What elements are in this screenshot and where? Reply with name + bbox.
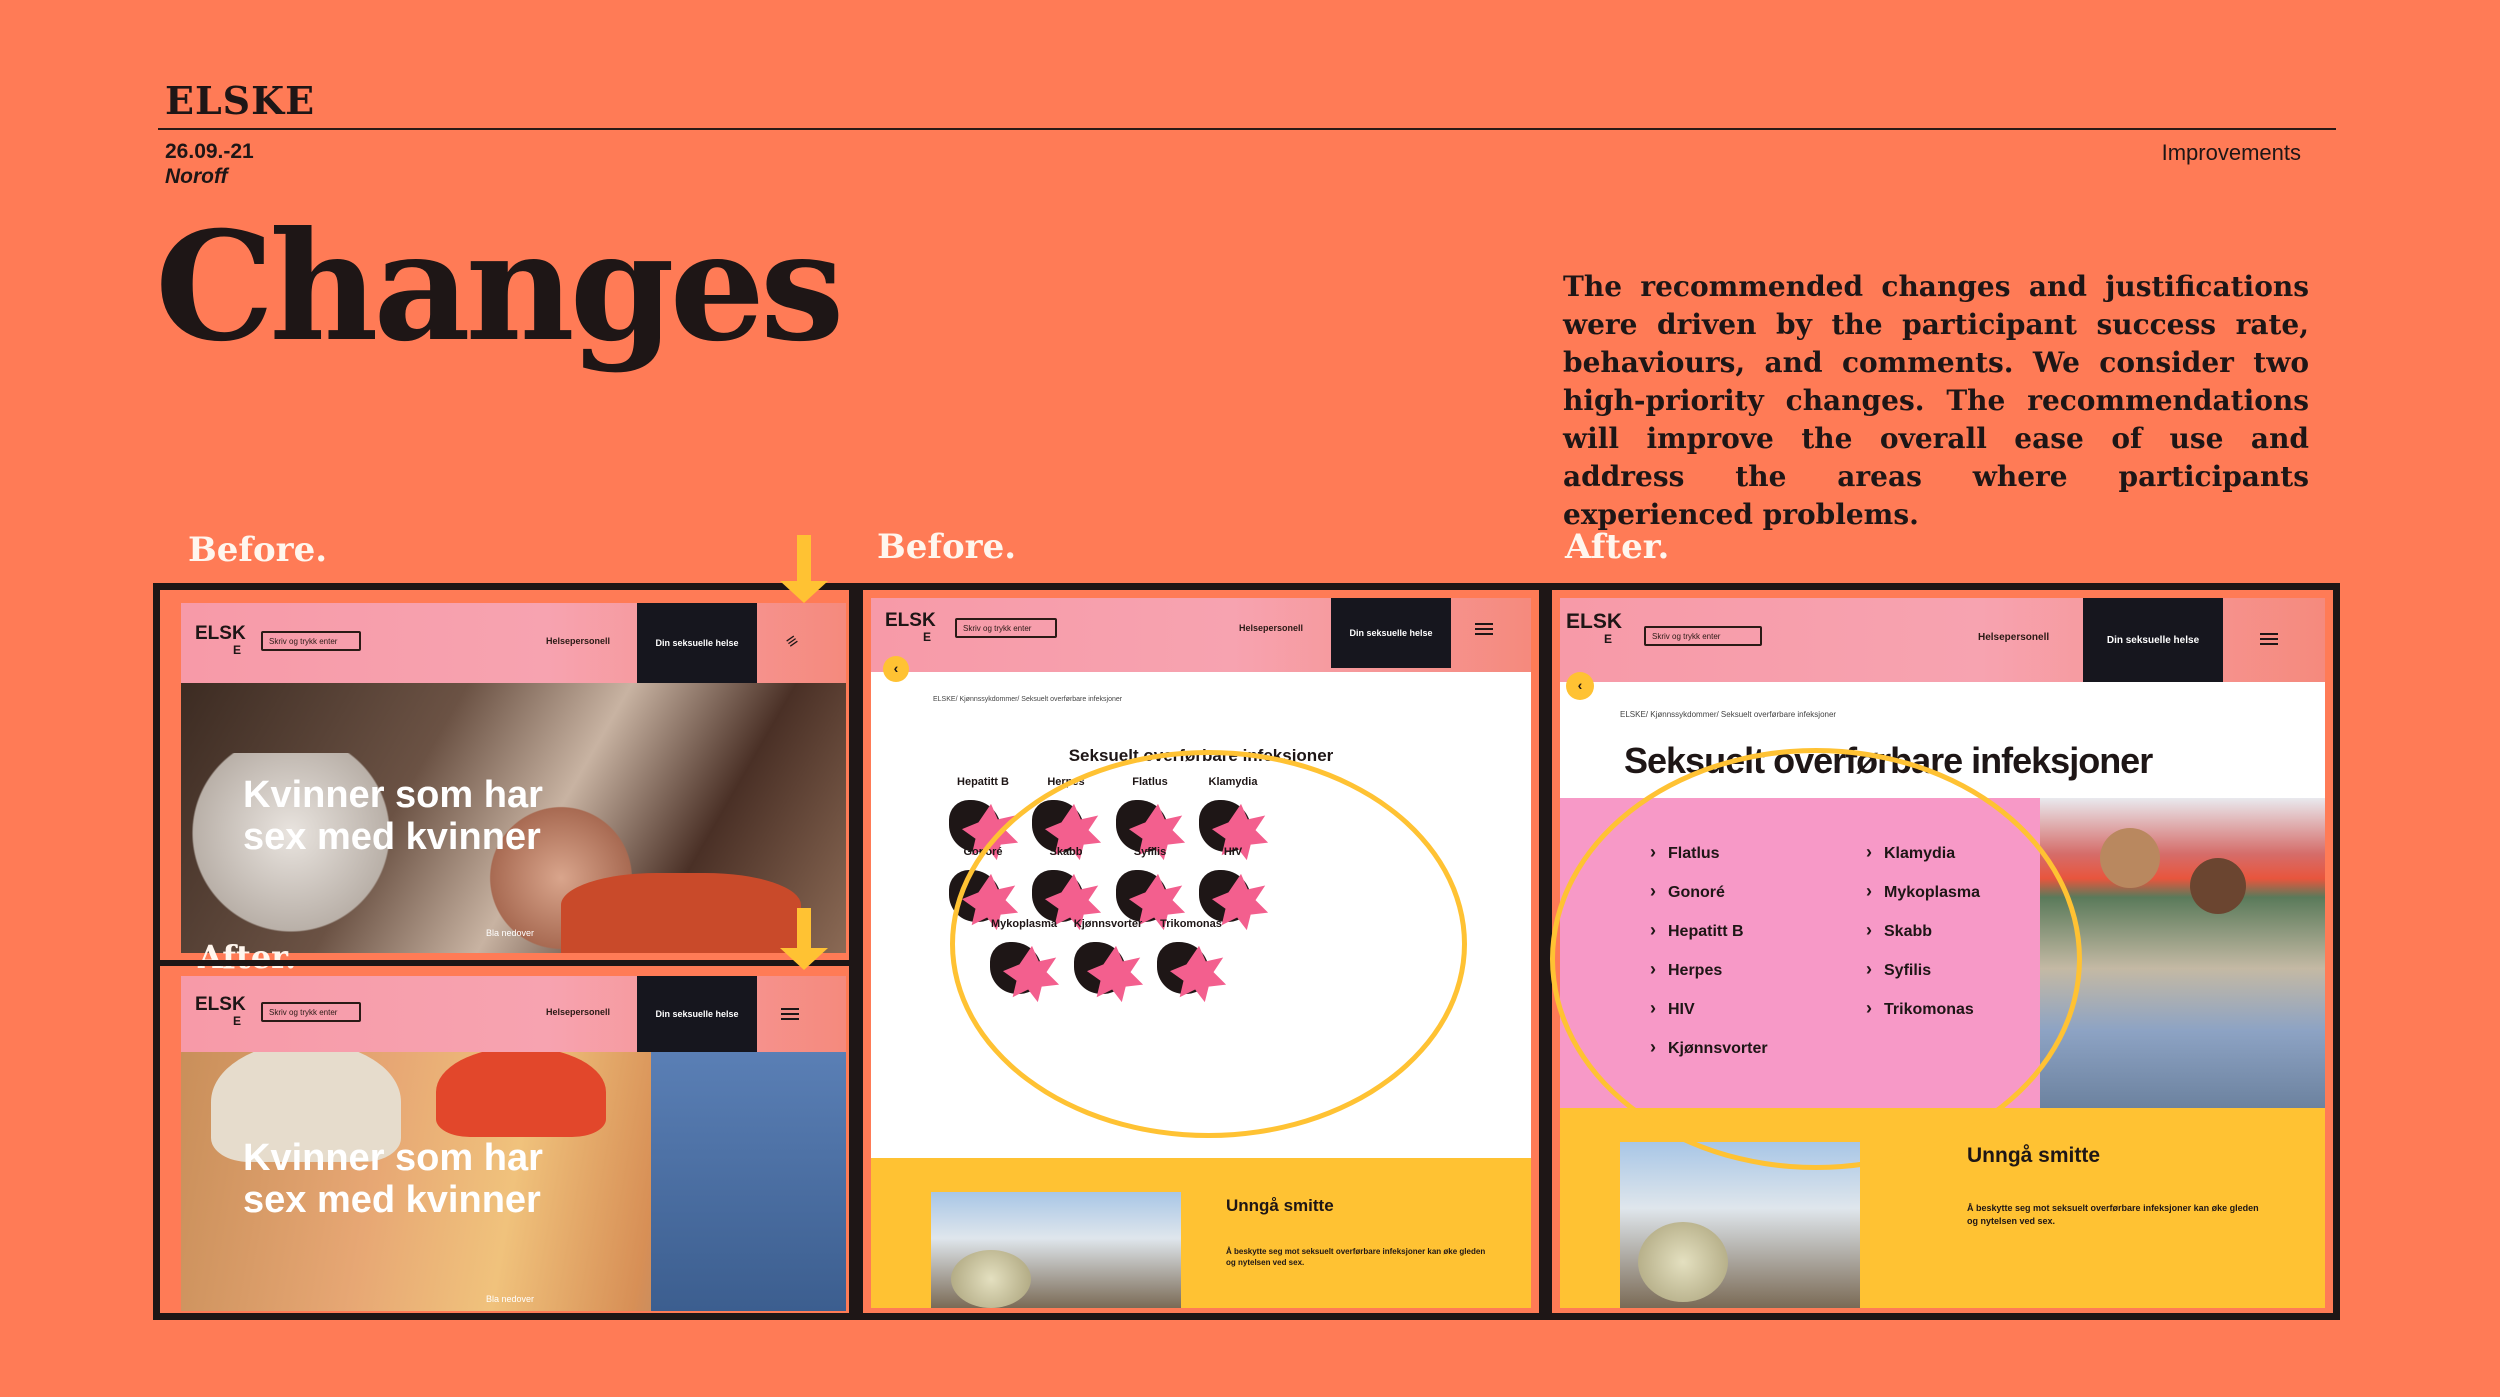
search-input[interactable]: Skriv og trykk enter bbox=[1644, 626, 1762, 646]
avoid-text: Å beskytte seg mot seksuelt overførbare … bbox=[1967, 1203, 2259, 1226]
back-button[interactable]: ‹ bbox=[883, 656, 909, 682]
nav-button-seksuelle-helse[interactable]: Din seksuelle helse bbox=[637, 976, 757, 1052]
nav-link-helsepersonell[interactable]: Helsepersonell bbox=[1239, 623, 1303, 633]
mock-logo: ELSK E bbox=[195, 994, 246, 1028]
section-label: Improvements bbox=[2161, 140, 2301, 165]
breadcrumb: ELSKE/ Kjønnssykdommer/ Seksuelt overfør… bbox=[1620, 710, 1837, 719]
search-input[interactable]: Skriv og trykk enter bbox=[261, 1002, 361, 1022]
mock-after-header: ELSK E Skriv og trykk enter Helsepersonel… bbox=[181, 976, 846, 1311]
avoid-text: Å beskytte seg mot seksuelt overførbare … bbox=[1226, 1247, 1486, 1267]
mock-nav: ELSK E Skriv og trykk enter Helsepersonel… bbox=[871, 598, 1531, 672]
scroll-hint: Bla nedover bbox=[486, 928, 535, 938]
caption-before-sti: Before. bbox=[877, 527, 1017, 567]
sti-image bbox=[2040, 798, 2325, 1108]
caption-after-header: After. bbox=[198, 938, 297, 976]
panel-header-comparison: ELSK E Skriv og trykk enter Helsepersonel… bbox=[153, 535, 856, 1320]
avoid-image bbox=[931, 1192, 1181, 1308]
page-title: Changes bbox=[155, 199, 844, 375]
nav-button-seksuelle-helse[interactable]: Din seksuelle helse bbox=[2083, 598, 2223, 682]
breadcrumb: ELSKE/ Kjønnssykdommer/ Seksuelt overfør… bbox=[933, 696, 1123, 703]
organization: Noroff bbox=[165, 165, 228, 188]
intro-paragraph: The recommended changes and justificatio… bbox=[1563, 270, 2309, 531]
highlight-ring bbox=[950, 750, 1467, 1138]
hamburger-menu-icon[interactable] bbox=[2260, 630, 2278, 648]
caption-before-header: Before. bbox=[188, 530, 328, 570]
mock-nav: ELSK E Skriv og trykk enter Helsepersonel… bbox=[1560, 598, 2325, 682]
brand-logo: ELSKE bbox=[165, 78, 316, 123]
nav-button-seksuelle-helse[interactable]: Din seksuelle helse bbox=[637, 603, 757, 683]
search-input[interactable]: Skriv og trykk enter bbox=[955, 618, 1057, 638]
panel-sti-after: ELSK E Skriv og trykk enter Helsepersonel… bbox=[1545, 583, 2340, 1320]
mock-nav: ELSK E Skriv og trykk enter Helsepersonel… bbox=[181, 976, 846, 1052]
mock-logo: ELSK E bbox=[1566, 610, 1623, 646]
nav-button-seksuelle-helse[interactable]: Din seksuelle helse bbox=[1331, 598, 1451, 668]
hamburger-menu-icon[interactable] bbox=[1475, 620, 1493, 638]
panel-sti-before: ELSK E Skriv og trykk enter Helsepersonel… bbox=[856, 583, 1546, 1320]
hero-title: Kvinner som har sex med kvinner bbox=[243, 1137, 543, 1221]
mock-logo: ELSK E bbox=[195, 623, 246, 657]
nav-link-helsepersonell[interactable]: Helsepersonell bbox=[546, 636, 610, 646]
avoid-section: Unngå smitte Å beskytte seg mot seksuelt… bbox=[871, 1158, 1531, 1308]
nav-link-helsepersonell[interactable]: Helsepersonell bbox=[546, 1007, 610, 1017]
nav-link-helsepersonell[interactable]: Helsepersonell bbox=[1978, 632, 2049, 643]
scroll-hint: Bla nedover bbox=[486, 1294, 535, 1304]
avoid-title: Unngå smitte bbox=[1226, 1196, 1334, 1215]
back-button[interactable]: ‹ bbox=[1566, 672, 1594, 700]
caption-after-sti: After. bbox=[1565, 527, 1670, 567]
highlight-arrow-icon bbox=[780, 908, 828, 970]
header-divider bbox=[158, 128, 2336, 130]
mock-nav: ELSK E Skriv og trykk enter Helsepersonel… bbox=[181, 603, 846, 683]
panel-divider bbox=[160, 960, 849, 966]
mock-before-header: ELSK E Skriv og trykk enter Helsepersonel… bbox=[181, 603, 846, 953]
hero-title: Kvinner som har sex med kvinner bbox=[243, 774, 543, 858]
highlight-ring bbox=[1550, 748, 2082, 1170]
date: 26.09.-21 bbox=[165, 140, 254, 163]
search-input[interactable]: Skriv og trykk enter bbox=[261, 631, 361, 651]
avoid-title: Unngå smitte bbox=[1967, 1144, 2101, 1167]
hamburger-menu-icon[interactable] bbox=[781, 1005, 799, 1023]
highlight-arrow-icon bbox=[780, 535, 828, 603]
menu-icon-unclear[interactable]: ≡ bbox=[782, 630, 803, 653]
mock-logo: ELSK E bbox=[885, 610, 936, 644]
